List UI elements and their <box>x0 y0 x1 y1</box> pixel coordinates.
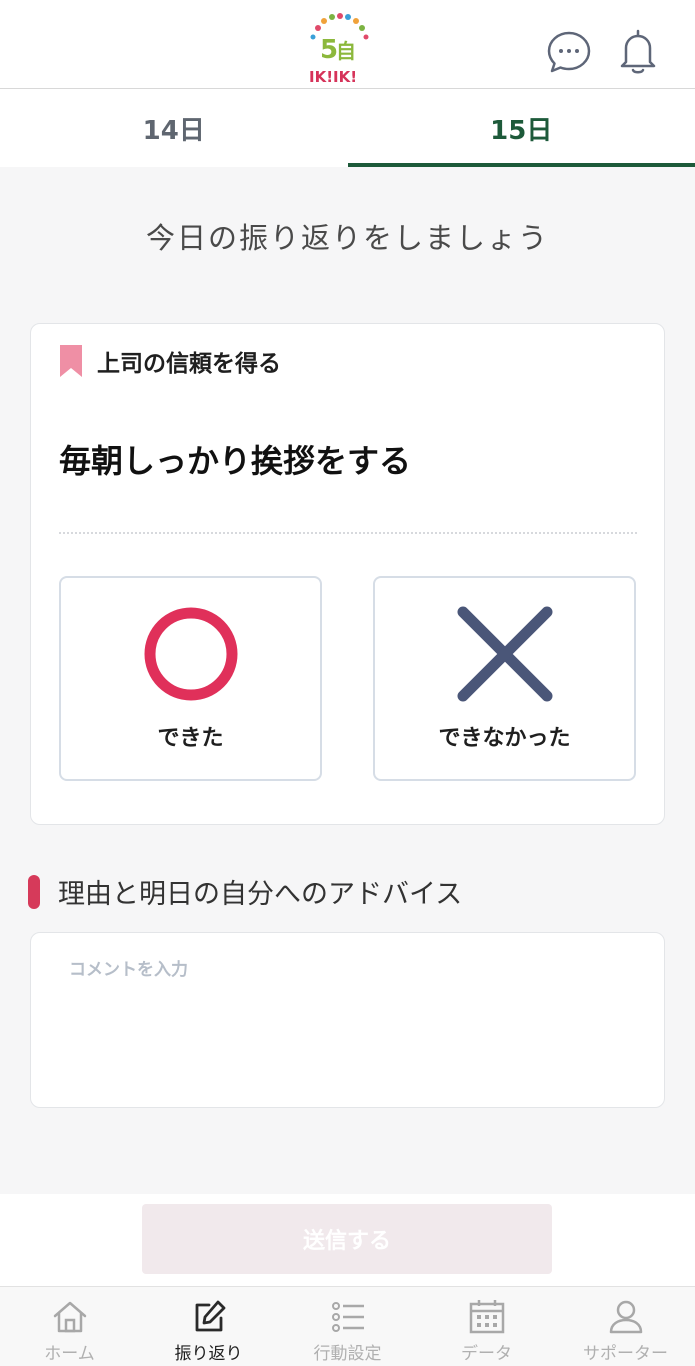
nav-item-action-settings[interactable]: 行動設定 <box>278 1287 417 1366</box>
reflection-prompt: 今日の振り返りをしましょう <box>145 221 549 255</box>
nav-label-home: ホーム <box>44 1344 95 1364</box>
nav-item-data[interactable]: データ <box>417 1287 556 1366</box>
section-marker <box>28 874 40 909</box>
submit-button[interactable]: 送信する <box>142 1204 552 1274</box>
bottom-nav: ホーム 振り返り 行動設定 データ サポーター <box>0 1286 695 1366</box>
advice-section-title: 理由と明日の自分へのアドバイス <box>28 872 462 911</box>
advice-title: 理由と明日の自分へのアドバイス <box>58 879 463 910</box>
bookmark-icon <box>60 345 82 377</box>
nav-item-reflection[interactable]: 振り返り <box>139 1287 278 1366</box>
app-screen: 5 自 IK!IK! 14日 15日 今日の振り返りをしましょう 上司の信頼を得… <box>0 0 695 1366</box>
logo-text: IK!IK! <box>309 68 357 86</box>
svg-text:自: 自 <box>336 39 356 63</box>
goal-row: 上司の信頼を得る <box>59 344 281 378</box>
tab-day-14[interactable]: 14日 <box>0 89 348 167</box>
nav-label-action-settings: 行動設定 <box>313 1344 382 1364</box>
comment-input[interactable] <box>30 932 665 1108</box>
nav-label-reflection: 振り返り <box>174 1344 243 1364</box>
calendar-icon <box>469 1300 504 1334</box>
divider <box>59 532 637 534</box>
done-label: できた <box>157 726 224 751</box>
edit-icon <box>195 1300 225 1332</box>
cross-icon <box>457 606 553 702</box>
nav-item-supporter[interactable]: サポーター <box>556 1287 695 1366</box>
nav-label-supporter: サポーター <box>583 1344 668 1364</box>
goal-title: 上司の信頼を得る <box>97 351 281 377</box>
action-title: 毎朝しっかり挨拶をする <box>59 442 412 480</box>
date-tabs: 14日 15日 <box>0 89 695 167</box>
nav-label-data: データ <box>461 1344 512 1364</box>
nav-item-home[interactable]: ホーム <box>0 1287 139 1366</box>
app-header: 5 自 IK!IK! <box>0 0 695 89</box>
bell-icon[interactable] <box>614 28 662 76</box>
circle-icon <box>144 607 238 701</box>
goal-card: 上司の信頼を得る 毎朝しっかり挨拶をする できた できなかった <box>30 323 665 825</box>
user-icon <box>609 1300 642 1334</box>
home-icon <box>53 1301 86 1333</box>
not-done-button[interactable]: できなかった <box>373 576 636 781</box>
done-button[interactable]: できた <box>59 576 322 781</box>
submit-area: 送信する <box>0 1194 695 1286</box>
list-icon <box>331 1302 364 1332</box>
tab-day-15[interactable]: 15日 <box>347 89 695 167</box>
app-logo[interactable]: 5 自 IK!IK! <box>304 12 374 86</box>
not-done-label: できなかった <box>438 726 571 751</box>
chat-icon[interactable] <box>545 28 593 76</box>
